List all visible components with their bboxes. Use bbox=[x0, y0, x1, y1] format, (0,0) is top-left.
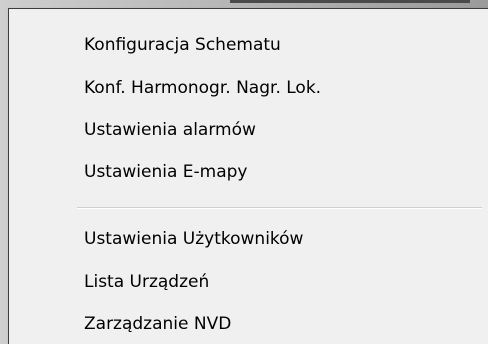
menu-item-label: Konfiguracja Schematu bbox=[84, 35, 281, 55]
menu-separator bbox=[77, 207, 482, 209]
menu-item-konf-harmonogr-nagr-lok[interactable]: Konf. Harmonogr. Nagr. Lok. bbox=[13, 68, 484, 108]
menu-item-ustawienia-uzytkownikow[interactable]: Ustawienia Użytkowników bbox=[13, 219, 484, 259]
menu-item-label: Zarządzanie NVD bbox=[84, 314, 232, 334]
menu-item-label: Ustawienia Użytkowników bbox=[84, 229, 304, 249]
menu-item-label: Konf. Harmonogr. Nagr. Lok. bbox=[84, 78, 322, 98]
menu-item-konfiguracja-schematu[interactable]: Konfiguracja Schematu bbox=[13, 25, 484, 65]
menu-item-ustawienia-e-mapy[interactable]: Ustawienia E-mapy bbox=[13, 152, 484, 192]
menu-item-lista-urzadzen[interactable]: Lista Urządzeń bbox=[13, 262, 484, 302]
menu-item-label: Lista Urządzeń bbox=[84, 272, 210, 292]
menu-item-ustawienia-alarmow[interactable]: Ustawienia alarmów bbox=[13, 110, 484, 150]
menu-item-zarzadzanie-nvd[interactable]: Zarządzanie NVD bbox=[13, 304, 484, 344]
context-menu: Konfiguracja Schematu Konf. Harmonogr. N… bbox=[8, 8, 488, 344]
menu-item-label: Ustawienia E-mapy bbox=[84, 162, 248, 182]
menu-item-label: Ustawienia alarmów bbox=[84, 120, 256, 140]
background-window-edge bbox=[230, 0, 470, 3]
